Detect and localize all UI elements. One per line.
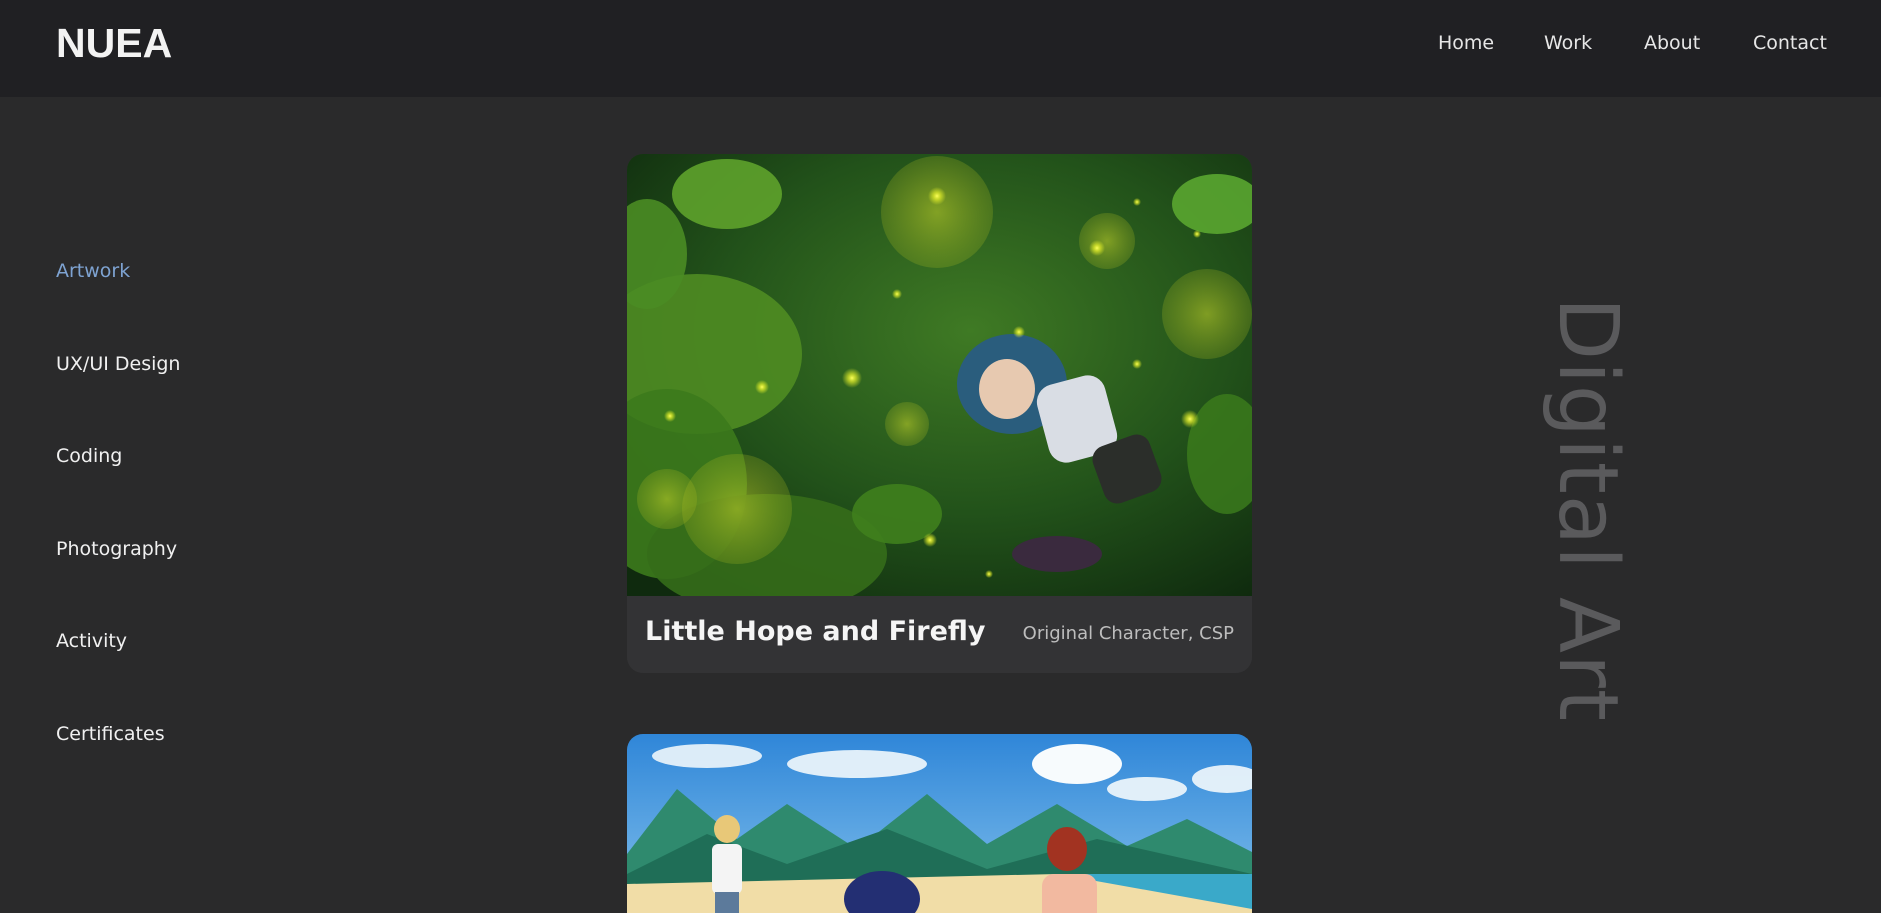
nav-about-link[interactable]: About [1644,32,1700,54]
sidebar-item-ux-ui-design[interactable]: UX/UI Design [56,353,180,375]
top-navbar: NUEA Home Work About Contact [0,0,1881,97]
section-heading: Digital Art [1540,297,1635,722]
sidebar-item-artwork[interactable]: Artwork [56,260,130,282]
artwork-image [627,734,1252,913]
site-logo[interactable]: NUEA [56,20,172,67]
sidebar-item-photography[interactable]: Photography [56,538,177,560]
sidebar-item-coding[interactable]: Coding [56,445,122,467]
artwork-card[interactable] [627,734,1252,913]
artwork-image [627,154,1252,596]
sidebar-item-certificates[interactable]: Certificates [56,723,165,745]
nav-work-link[interactable]: Work [1544,32,1592,54]
artwork-card[interactable]: Little Hope and Firefly Original Charact… [627,154,1252,673]
nav-home-link[interactable]: Home [1438,32,1494,54]
artwork-title: Little Hope and Firefly [645,616,986,647]
artwork-caption: Little Hope and Firefly Original Charact… [627,596,1252,673]
artwork-meta: Original Character, CSP [1022,623,1234,644]
sidebar-item-activity[interactable]: Activity [56,630,127,652]
nav-contact-link[interactable]: Contact [1753,32,1827,54]
